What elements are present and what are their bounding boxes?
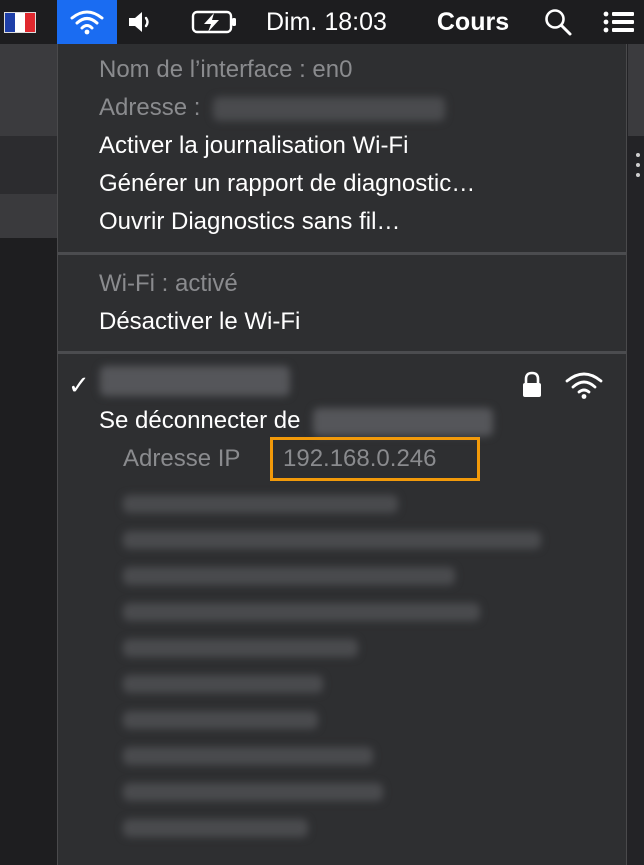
open-wireless-diagnostics-item[interactable]: Ouvrir Diagnostics sans fil…	[99, 207, 400, 237]
redacted-detail-row	[123, 711, 318, 729]
flag-fr-icon	[4, 11, 36, 33]
redacted-detail-row	[123, 783, 383, 801]
battery-charging-icon	[191, 10, 236, 34]
interface-name-item: Nom de l’interface : en0	[99, 56, 353, 83]
wifi-status-item: Wi-Fi : activé	[99, 270, 238, 297]
spotlight-menu-extra[interactable]	[538, 0, 578, 44]
list-icon	[603, 11, 634, 33]
ip-address-label: Adresse IP	[123, 445, 241, 472]
redacted-mac-address	[213, 96, 446, 121]
disconnect-item[interactable]: Se déconnecter de	[99, 406, 494, 436]
wifi-dropdown-menu: Nom de l’interface : en0 Adresse : Activ…	[57, 44, 627, 865]
address-label: Adresse :	[99, 94, 201, 121]
background-row	[0, 194, 60, 238]
redacted-detail-row	[123, 603, 480, 621]
redacted-ssid	[313, 407, 494, 436]
menu-bar: Dim. 18:03 Cours	[0, 0, 644, 44]
lock-icon	[523, 371, 541, 397]
address-item: Adresse :	[99, 93, 446, 123]
disconnect-label: Se déconnecter de	[99, 407, 301, 434]
signal-strength-icon	[565, 372, 603, 399]
redacted-detail-row	[123, 747, 373, 765]
redacted-detail-row	[123, 531, 541, 549]
network-name-redacted[interactable]	[100, 366, 290, 396]
redacted-detail-row	[123, 675, 323, 693]
menu-separator	[58, 351, 626, 354]
background-sidebar	[0, 238, 60, 865]
redacted-detail-row	[123, 495, 398, 513]
redacted-detail-row	[123, 567, 455, 585]
user-account-menu[interactable]: Cours	[432, 0, 514, 44]
volume-icon	[129, 12, 149, 32]
background-toolbar	[0, 44, 60, 136]
disable-wifi-item[interactable]: Désactiver le Wi-Fi	[99, 307, 300, 337]
search-icon	[545, 9, 572, 36]
checkmark-icon: ✓	[68, 370, 90, 400]
volume-menu-extra[interactable]	[124, 0, 158, 44]
notification-center-menu-extra[interactable]	[596, 0, 642, 44]
redacted-detail-row	[123, 819, 308, 837]
input-source-menu[interactable]	[0, 0, 40, 44]
background-row	[0, 136, 60, 194]
generate-diagnostic-report-item[interactable]: Générer un rapport de diagnostic…	[99, 169, 475, 199]
menu-separator	[58, 252, 626, 255]
wifi-menu-extra[interactable]	[57, 0, 117, 44]
clock[interactable]: Dim. 18:03	[266, 0, 436, 44]
enable-wifi-logging-item[interactable]: Activer la journalisation Wi-Fi	[99, 131, 408, 161]
ip-address-highlight: 192.168.0.246	[270, 437, 480, 481]
background-toolbar-right	[628, 44, 644, 136]
more-options-icon[interactable]	[636, 153, 642, 183]
ip-address-value: 192.168.0.246	[283, 445, 437, 472]
wifi-icon	[70, 10, 104, 35]
battery-menu-extra[interactable]	[188, 0, 242, 44]
redacted-ssid	[100, 366, 290, 396]
redacted-detail-row	[123, 639, 358, 657]
